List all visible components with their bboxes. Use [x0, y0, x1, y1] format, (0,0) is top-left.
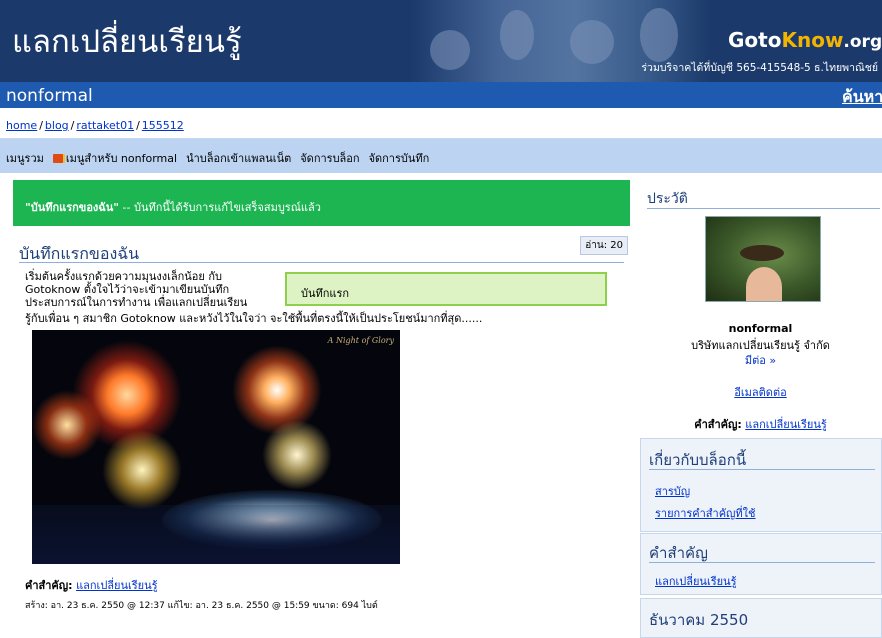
- main-content: "บันทึกแรกของฉัน" -- บันทึกนี้ได้รับการแ…: [13, 180, 630, 626]
- firework-burst: [262, 420, 332, 490]
- entry-meta: สร้าง: อา. 23 ธ.ค. 2550 @ 12:37 แก้ไข: อ…: [25, 601, 378, 611]
- keyword-link[interactable]: แลกเปลี่ยนเรียนรู้: [655, 572, 736, 590]
- highlight-box: บันทึกแรก: [285, 272, 607, 306]
- highlight-text: บันทึกแรก: [301, 287, 350, 300]
- breadcrumb-separator: /: [70, 119, 75, 132]
- notice-text: "บันทึกแรกของฉัน" -- บันทึกนี้ได้รับการแ…: [25, 198, 321, 216]
- banner-figure: [430, 30, 470, 70]
- breadcrumb-user[interactable]: rattaket01: [76, 119, 134, 132]
- archive-box: ธันวาคม 2550: [640, 598, 882, 638]
- avatar[interactable]: [705, 216, 821, 302]
- keywords-label: คำสำคัญ:: [25, 579, 73, 592]
- entry-title: บันทึกแรกของฉัน: [19, 244, 140, 263]
- photo-caption: A Night of Glory: [327, 336, 394, 345]
- book-icon: [52, 154, 63, 163]
- profile-keywords: คำสำคัญ: แลกเปลี่ยนเรียนรู้: [639, 415, 882, 433]
- notice-title: "บันทึกแรกของฉัน": [25, 201, 120, 214]
- menu-planet[interactable]: นำบล็อกเข้าแพลนเน็ต: [186, 149, 291, 167]
- donation-text: ร่วมบริจาคได้ที่บัญชี 565-415548-5 ธ.ไทย…: [641, 62, 878, 74]
- site-header-banner: แลกเปลี่ยนเรียนรู้ GotoKnow.org ร่วมบริจ…: [0, 0, 882, 82]
- email-contact-link[interactable]: อีเมลติดต่อ: [734, 386, 786, 399]
- breadcrumb: home / blog / rattaket01/155512: [0, 108, 882, 139]
- success-notice: "บันทึกแรกของฉัน" -- บันทึกนี้ได้รับการแ…: [13, 180, 630, 226]
- fireworks-photo: A Night of Glory: [32, 330, 400, 564]
- sidebar: ประวัติ nonformal บริษัทแลกเปลี่ยนเรียนร…: [639, 180, 882, 638]
- divider: [649, 469, 875, 470]
- profile-heading: ประวัติ: [647, 191, 688, 207]
- breadcrumb-entry-id[interactable]: 155512: [142, 119, 184, 132]
- entry-text-line: รู้กับเพื่อน ๆ สมาชิก Gotoknow และหวังไว…: [25, 312, 483, 325]
- breadcrumb-separator: /: [39, 119, 43, 132]
- profile-more-link[interactable]: มีต่อ »: [639, 351, 882, 369]
- community-name: nonformal: [6, 86, 93, 106]
- view-count-badge: อ่าน: 20: [580, 236, 628, 255]
- menu-manage-blog[interactable]: จัดการบล็อก: [300, 149, 359, 167]
- archive-month-heading[interactable]: ธันวาคม 2550: [649, 608, 748, 632]
- banner-figure: [570, 20, 614, 64]
- notice-message: -- บันทึกนี้ได้รับการแก้ไขเสร็จสมบูรณ์แล…: [119, 201, 321, 214]
- menu-community-label: เมนูสำหรับ nonformal: [65, 152, 178, 165]
- logo-org: .org: [843, 32, 882, 52]
- city-silhouette: [32, 505, 400, 564]
- firework-burst: [32, 390, 102, 460]
- divider: [19, 262, 624, 263]
- finger-shape: [746, 267, 782, 301]
- profile-keyword-link[interactable]: แลกเปลี่ยนเรียนรู้: [745, 418, 826, 431]
- logo-know: Know: [781, 28, 844, 52]
- menu-manage-entries[interactable]: จัดการบันทึก: [369, 149, 430, 167]
- profile-keywords-label: คำสำคัญ:: [694, 418, 742, 431]
- community-bar: nonformal ค้นหา: [0, 82, 882, 108]
- menu-all[interactable]: เมนูรวม: [6, 149, 44, 167]
- menu-bar: เมนูรวม เมนูสำหรับ nonformal นำบล็อกเข้า…: [0, 139, 882, 173]
- about-blog-box: เกี่ยวกับบล็อกนี้ สารบัญ รายการคำสำคัญที…: [640, 438, 882, 532]
- keywords-box: คำสำคัญ แลกเปลี่ยนเรียนรู้: [640, 533, 882, 595]
- logo-goto: Goto: [728, 28, 782, 52]
- divider: [647, 208, 880, 209]
- breadcrumb-blog[interactable]: blog: [45, 119, 69, 132]
- breadcrumb-separator: /: [136, 119, 140, 132]
- keyword-link[interactable]: แลกเปลี่ยนเรียนรู้: [76, 579, 157, 592]
- bee-shape: [740, 245, 784, 261]
- gotoknow-logo[interactable]: GotoKnow.org: [728, 28, 882, 52]
- profile-name: nonformal: [728, 322, 793, 335]
- profile-email-container: อีเมลติดต่อ: [639, 383, 882, 401]
- toc-link[interactable]: สารบัญ: [655, 482, 690, 500]
- keywords-list-link[interactable]: รายการคำสำคัญที่ใช้: [655, 504, 756, 522]
- divider: [649, 562, 875, 563]
- entry-keywords: คำสำคัญ: แลกเปลี่ยนเรียนรู้: [25, 576, 158, 594]
- menu-community[interactable]: เมนูสำหรับ nonformal: [52, 149, 178, 167]
- site-title[interactable]: แลกเปลี่ยนเรียนรู้: [12, 16, 242, 66]
- banner-figure: [500, 10, 534, 60]
- breadcrumb-home[interactable]: home: [6, 119, 37, 132]
- entry-text-line: ประสบการณ์ในการทำงาน เพื่อแลกเปลี่ยนเรีย…: [25, 296, 248, 309]
- entry-text-line: เริ่มต้นครั้งแรกด้วยความมุนงงเล็กน้อย กั…: [25, 270, 222, 283]
- entry-text-line: Gotoknow ตั้งใจไว้ว่าจะเข้ามาเขียนบันทึก: [25, 283, 230, 296]
- firework-burst: [102, 430, 182, 510]
- banner-figure: [640, 8, 678, 62]
- entry-intro: เริ่มต้นครั้งแรกด้วยความมุนงงเล็กน้อย กั…: [25, 270, 275, 309]
- search-link[interactable]: ค้นหา: [842, 85, 882, 110]
